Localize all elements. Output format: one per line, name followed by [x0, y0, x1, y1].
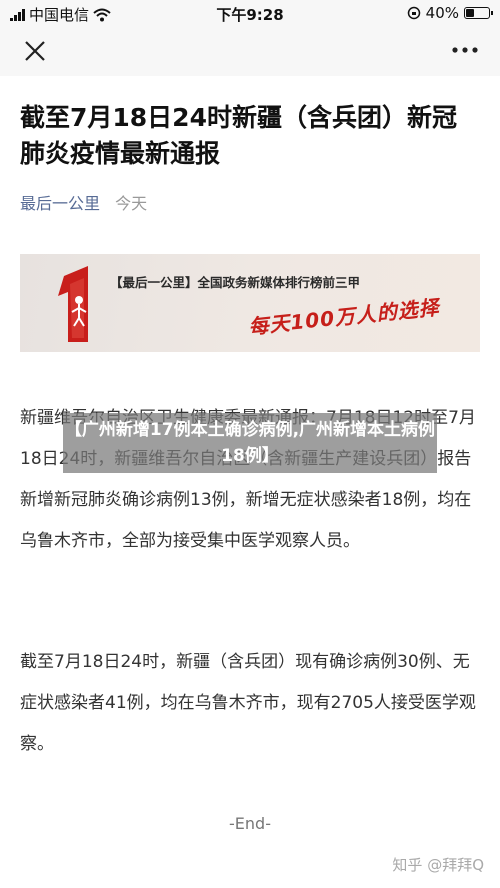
status-right: 40% [407, 4, 493, 22]
number-one-logo-icon [58, 266, 88, 342]
orientation-lock-icon [407, 6, 420, 20]
end-mark: -End- [229, 814, 271, 833]
article-meta: 最后一公里 今天 [20, 190, 147, 214]
battery-percent: 40% [425, 4, 459, 22]
status-bar: 中国电信 下午9:28 40% [0, 0, 500, 26]
battery-fill [466, 9, 475, 17]
article-title: 截至7月18日24时新疆（含兵团）新冠肺炎疫情最新通报 [20, 103, 457, 168]
banner-caption: 【最后一公里】全国政务新媒体排行榜前三甲 [110, 275, 361, 290]
promo-banner[interactable]: 【最后一公里】全国政务新媒体排行榜前三甲 每天100万人的选择 [20, 254, 480, 352]
zhihu-watermark: 知乎 @拜拜Q [392, 856, 484, 874]
article-paragraph-2: 截至7月18日24时，新疆（含兵团）现有确诊病例30例、无症状感染者41例，均在… [20, 652, 476, 754]
account-name-link[interactable]: 最后一公里 [20, 194, 100, 213]
more-icon[interactable] [450, 40, 480, 60]
battery-icon [464, 7, 493, 19]
close-icon[interactable] [22, 38, 48, 64]
publish-date: 今天 [115, 194, 148, 213]
overlay-headline: 【广州新增17例本土确诊病例,广州新增本土病例18例】 [63, 413, 437, 473]
banner-slogan: 每天100万人的选择 [247, 295, 441, 339]
top-nav [0, 26, 500, 76]
